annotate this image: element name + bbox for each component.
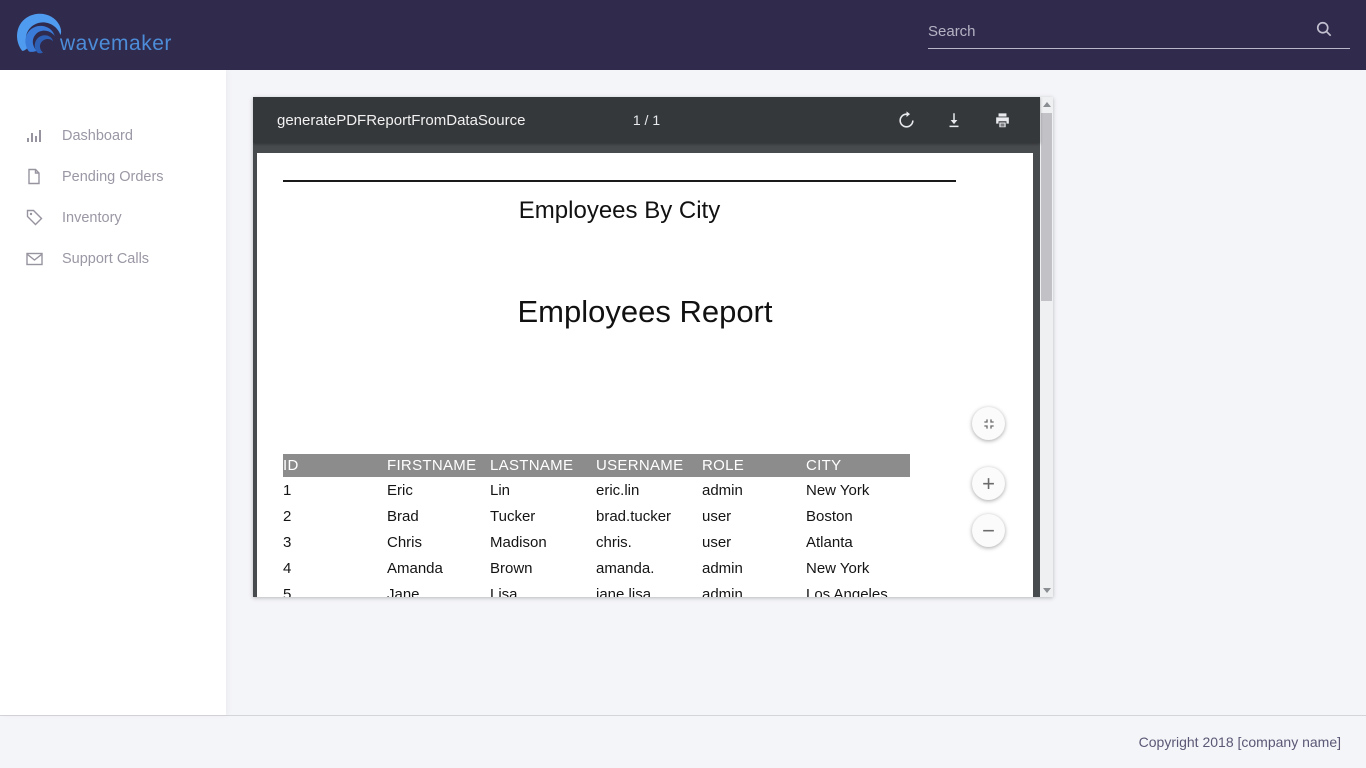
table-cell: New York [806,555,910,581]
search-input[interactable] [928,16,1293,46]
plus-icon: + [982,473,995,495]
print-icon [993,111,1012,130]
column-header: FIRSTNAME [387,454,490,477]
table-cell: Amanda [387,555,490,581]
sidebar-item-pending-orders[interactable]: Pending Orders [0,156,226,197]
copyright-text: Copyright 2018 [company name] [1139,734,1341,750]
fit-to-page-button[interactable] [972,407,1005,440]
app-header: wavemaker [0,0,1366,70]
table-cell: admin [702,555,806,581]
tag-icon [26,209,43,226]
table-cell: Madison [490,529,596,555]
table-cell: 5 [283,581,387,597]
zoom-in-button[interactable]: + [972,467,1005,500]
column-header: USERNAME [596,454,702,477]
pdf-viewer: generatePDFReportFromDataSource 1 / 1 [253,97,1053,597]
table-cell: 2 [283,503,387,529]
document-title: Employees Report [257,294,1033,330]
sidebar-item-label: Pending Orders [62,169,164,185]
bar-chart-icon [26,127,43,144]
table-cell: Chris [387,529,490,555]
table-cell: Brown [490,555,596,581]
pdf-title: generatePDFReportFromDataSource [277,112,525,129]
document-rule [283,180,956,182]
table-cell: eric.lin [596,477,702,503]
scroll-up-arrow[interactable] [1040,97,1053,111]
column-header: LASTNAME [490,454,596,477]
scrollbar-thumb[interactable] [1041,113,1052,301]
table-cell: 4 [283,555,387,581]
download-button[interactable] [930,97,978,143]
table-cell: Brad [387,503,490,529]
download-icon [945,111,963,129]
fit-to-page-icon [981,416,997,432]
print-button[interactable] [978,97,1026,143]
table-cell: user [702,503,806,529]
table-row: 1EricLineric.linadminNew York [283,477,910,503]
table-cell: New York [806,477,910,503]
table-cell: Atlanta [806,529,910,555]
table-cell: Jane [387,581,490,597]
table-cell: Lin [490,477,596,503]
wave-logo-icon [12,8,66,62]
table-cell: user [702,529,806,555]
table-cell: chris. [596,529,702,555]
sidebar-nav: Dashboard Pending Orders Inventory [0,70,226,715]
table-cell: brad.tucker [596,503,702,529]
table-cell: Los Angeles [806,581,910,597]
table-cell: amanda. [596,555,702,581]
table-row: 2BradTuckerbrad.tuckeruserBoston [283,503,910,529]
wavemaker-logo: wavemaker [12,8,172,62]
table-row: 3ChrisMadisonchris.userAtlanta [283,529,910,555]
table-header-row: ID FIRSTNAME LASTNAME USERNAME ROLE CITY [283,454,910,477]
document-icon [26,168,43,185]
pdf-body: Employees By City Employees Report ID FI… [253,143,1040,597]
table-row: 4AmandaBrownamanda.adminNew York [283,555,910,581]
employees-table: ID FIRSTNAME LASTNAME USERNAME ROLE CITY… [283,454,910,597]
app-footer: Copyright 2018 [company name] [0,715,1366,768]
sidebar-item-support-calls[interactable]: Support Calls [0,238,226,279]
column-header: ROLE [702,454,806,477]
table-cell: Lisa [490,581,596,597]
table-cell: jane.lisa [596,581,702,597]
table-row: 5JaneLisajane.lisaadminLos Angeles [283,581,910,597]
column-header: ID [283,454,387,477]
table-cell: 3 [283,529,387,555]
column-header: CITY [806,454,910,477]
search-icon[interactable] [1314,19,1334,44]
search-field [928,16,1350,49]
pdf-page: Employees By City Employees Report ID FI… [257,153,1033,597]
table-cell: Tucker [490,503,596,529]
pdf-scrollbar [1040,97,1053,597]
sidebar-item-inventory[interactable]: Inventory [0,197,226,238]
minus-icon: − [982,520,995,542]
sidebar-item-label: Dashboard [62,128,133,144]
logo-text: wavemaker [60,32,172,56]
scroll-down-arrow[interactable] [1040,583,1053,597]
table-cell: admin [702,477,806,503]
table-cell: Boston [806,503,910,529]
sidebar-item-dashboard[interactable]: Dashboard [0,115,226,156]
table-cell: Eric [387,477,490,503]
sidebar-item-label: Inventory [62,210,122,226]
sidebar-item-label: Support Calls [62,251,149,267]
rotate-button[interactable] [882,97,930,143]
rotate-icon [897,111,916,130]
pdf-toolbar: generatePDFReportFromDataSource 1 / 1 [253,97,1040,143]
table-cell: admin [702,581,806,597]
envelope-icon [26,250,43,267]
document-heading: Employees By City [283,197,956,225]
zoom-out-button[interactable]: − [972,514,1005,547]
table-cell: 1 [283,477,387,503]
